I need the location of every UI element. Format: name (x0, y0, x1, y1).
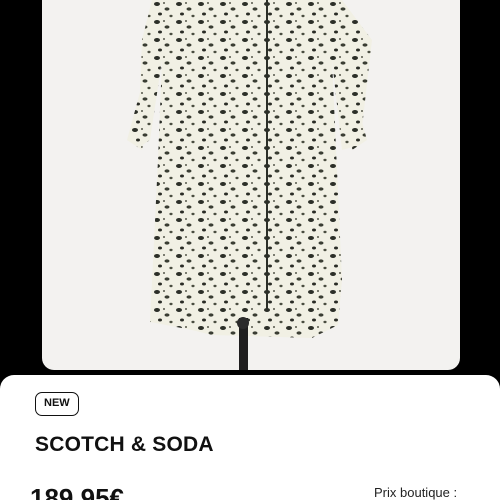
product-image-carousel[interactable] (42, 0, 460, 370)
price: 189,95€ (30, 483, 124, 500)
new-badge: NEW (35, 392, 79, 416)
dress-photo (127, 0, 372, 370)
product-screen: NEW SCOTCH & SODA 189,95€ Prix boutique … (0, 0, 500, 500)
brand-name[interactable]: SCOTCH & SODA (35, 433, 214, 457)
retail-price-label: Prix boutique : (374, 485, 458, 500)
